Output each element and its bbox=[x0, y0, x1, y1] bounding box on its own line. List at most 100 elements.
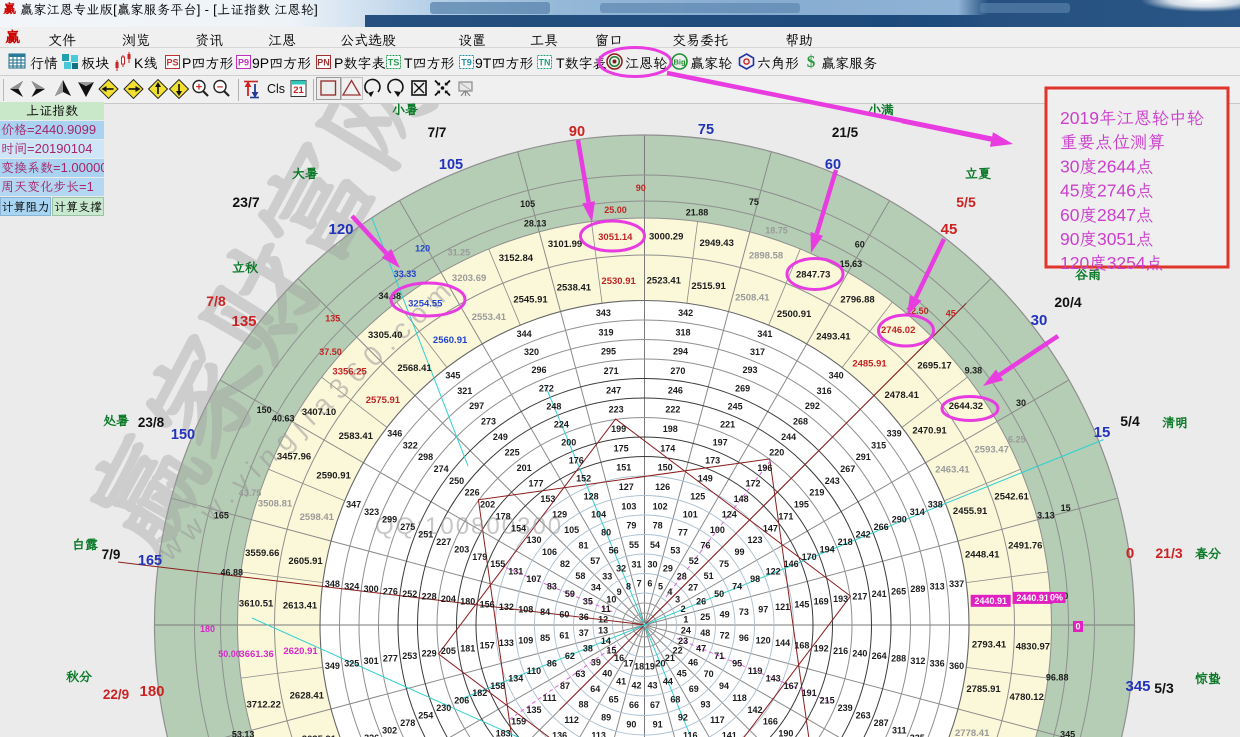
svg-text:250: 250 bbox=[449, 476, 464, 486]
svg-text:90度3051点: 90度3051点 bbox=[1060, 229, 1153, 249]
svg-text:2598.41: 2598.41 bbox=[300, 512, 335, 523]
svg-text:30: 30 bbox=[1031, 312, 1048, 329]
svg-text:320: 320 bbox=[524, 347, 539, 357]
svg-text:254: 254 bbox=[418, 711, 433, 721]
svg-text:2560.91: 2560.91 bbox=[433, 335, 468, 346]
svg-text:150: 150 bbox=[171, 427, 195, 443]
svg-text:239: 239 bbox=[838, 703, 853, 713]
svg-text:80: 80 bbox=[601, 527, 611, 537]
svg-text:345: 345 bbox=[1125, 678, 1150, 695]
svg-text:176: 176 bbox=[569, 455, 584, 465]
svg-text:174: 174 bbox=[660, 443, 675, 453]
svg-text:8: 8 bbox=[626, 581, 631, 591]
svg-text:194: 194 bbox=[820, 544, 835, 554]
svg-text:19: 19 bbox=[645, 661, 655, 671]
svg-text:297: 297 bbox=[469, 401, 484, 411]
svg-text:228: 228 bbox=[422, 592, 437, 602]
svg-text:47: 47 bbox=[696, 643, 706, 653]
svg-text:183: 183 bbox=[496, 729, 511, 737]
svg-text:60: 60 bbox=[855, 240, 865, 250]
svg-text:3305.40: 3305.40 bbox=[368, 330, 402, 341]
svg-text:206: 206 bbox=[454, 696, 469, 706]
svg-text:318: 318 bbox=[675, 327, 690, 337]
svg-text:1: 1 bbox=[683, 615, 688, 625]
svg-text:71: 71 bbox=[714, 651, 724, 661]
svg-text:7/8: 7/8 bbox=[206, 293, 226, 309]
svg-text:131: 131 bbox=[508, 567, 523, 577]
svg-text:252: 252 bbox=[402, 589, 417, 599]
svg-text:42: 42 bbox=[631, 681, 641, 691]
svg-text:5/3: 5/3 bbox=[1154, 680, 1174, 696]
svg-text:296: 296 bbox=[531, 365, 546, 375]
svg-text:142: 142 bbox=[747, 705, 762, 715]
svg-text:121: 121 bbox=[775, 602, 790, 612]
svg-text:26: 26 bbox=[696, 597, 706, 607]
svg-text:2898.58: 2898.58 bbox=[749, 251, 783, 262]
svg-text:112: 112 bbox=[564, 715, 579, 725]
svg-text:25: 25 bbox=[700, 612, 710, 622]
svg-text:2583.41: 2583.41 bbox=[339, 431, 374, 442]
svg-text:7/7: 7/7 bbox=[428, 125, 447, 140]
svg-text:89: 89 bbox=[601, 713, 611, 723]
svg-text:101: 101 bbox=[683, 509, 698, 519]
svg-text:75: 75 bbox=[719, 559, 729, 569]
svg-text:35: 35 bbox=[583, 597, 593, 607]
svg-text:30度2644点: 30度2644点 bbox=[1060, 156, 1153, 176]
svg-text:265: 265 bbox=[891, 587, 906, 597]
svg-text:242: 242 bbox=[856, 529, 871, 539]
svg-text:251: 251 bbox=[418, 529, 433, 539]
svg-text:43: 43 bbox=[647, 681, 657, 691]
svg-text:6.25: 6.25 bbox=[1008, 434, 1026, 444]
svg-text:45: 45 bbox=[946, 308, 956, 318]
svg-text:2605.91: 2605.91 bbox=[288, 556, 323, 567]
svg-text:33.33: 33.33 bbox=[394, 269, 417, 279]
svg-text:165: 165 bbox=[138, 553, 162, 569]
svg-text:106: 106 bbox=[542, 547, 557, 557]
svg-text:25.00: 25.00 bbox=[604, 205, 627, 215]
svg-text:146: 146 bbox=[784, 559, 799, 569]
svg-text:2455.91: 2455.91 bbox=[953, 506, 988, 517]
svg-text:2: 2 bbox=[681, 604, 686, 614]
svg-text:3559.66: 3559.66 bbox=[245, 548, 279, 559]
svg-text:7/9: 7/9 bbox=[102, 547, 121, 562]
svg-text:18.75: 18.75 bbox=[765, 226, 788, 236]
svg-text:120: 120 bbox=[328, 221, 353, 238]
svg-text:61: 61 bbox=[559, 631, 569, 641]
svg-text:133: 133 bbox=[499, 638, 514, 648]
svg-text:294: 294 bbox=[673, 347, 688, 357]
svg-text:3508.81: 3508.81 bbox=[258, 499, 293, 510]
svg-text:23: 23 bbox=[678, 636, 688, 646]
svg-text:36: 36 bbox=[579, 612, 589, 622]
svg-text:21/3: 21/3 bbox=[1155, 545, 1182, 561]
svg-text:193: 193 bbox=[833, 594, 848, 604]
svg-text:141: 141 bbox=[722, 731, 737, 737]
svg-text:302: 302 bbox=[382, 726, 397, 736]
svg-text:51: 51 bbox=[704, 571, 714, 581]
svg-text:13: 13 bbox=[598, 625, 608, 635]
svg-text:2628.41: 2628.41 bbox=[290, 691, 325, 702]
svg-text:2542.61: 2542.61 bbox=[994, 491, 1029, 502]
svg-text:288: 288 bbox=[891, 653, 906, 663]
svg-text:2746.02: 2746.02 bbox=[881, 325, 915, 336]
svg-text:299: 299 bbox=[382, 515, 397, 525]
svg-text:223: 223 bbox=[609, 405, 624, 415]
svg-text:2778.41: 2778.41 bbox=[955, 728, 990, 737]
svg-text:45: 45 bbox=[677, 669, 687, 679]
svg-text:159: 159 bbox=[511, 717, 526, 727]
svg-text:130: 130 bbox=[526, 535, 541, 545]
svg-text:278: 278 bbox=[400, 718, 415, 728]
svg-text:处暑: 处暑 bbox=[103, 413, 129, 428]
svg-text:99: 99 bbox=[734, 547, 744, 557]
svg-text:105: 105 bbox=[439, 157, 463, 173]
svg-text:86: 86 bbox=[547, 658, 557, 668]
svg-text:17: 17 bbox=[623, 659, 633, 669]
svg-text:65: 65 bbox=[609, 695, 619, 705]
svg-text:293: 293 bbox=[742, 365, 757, 375]
svg-text:343: 343 bbox=[596, 308, 611, 318]
svg-text:3407.10: 3407.10 bbox=[302, 407, 336, 418]
svg-text:190: 190 bbox=[778, 729, 793, 737]
svg-text:83: 83 bbox=[547, 582, 557, 592]
svg-text:316: 316 bbox=[817, 386, 832, 396]
svg-text:66: 66 bbox=[629, 700, 639, 710]
svg-text:15: 15 bbox=[1094, 424, 1111, 441]
